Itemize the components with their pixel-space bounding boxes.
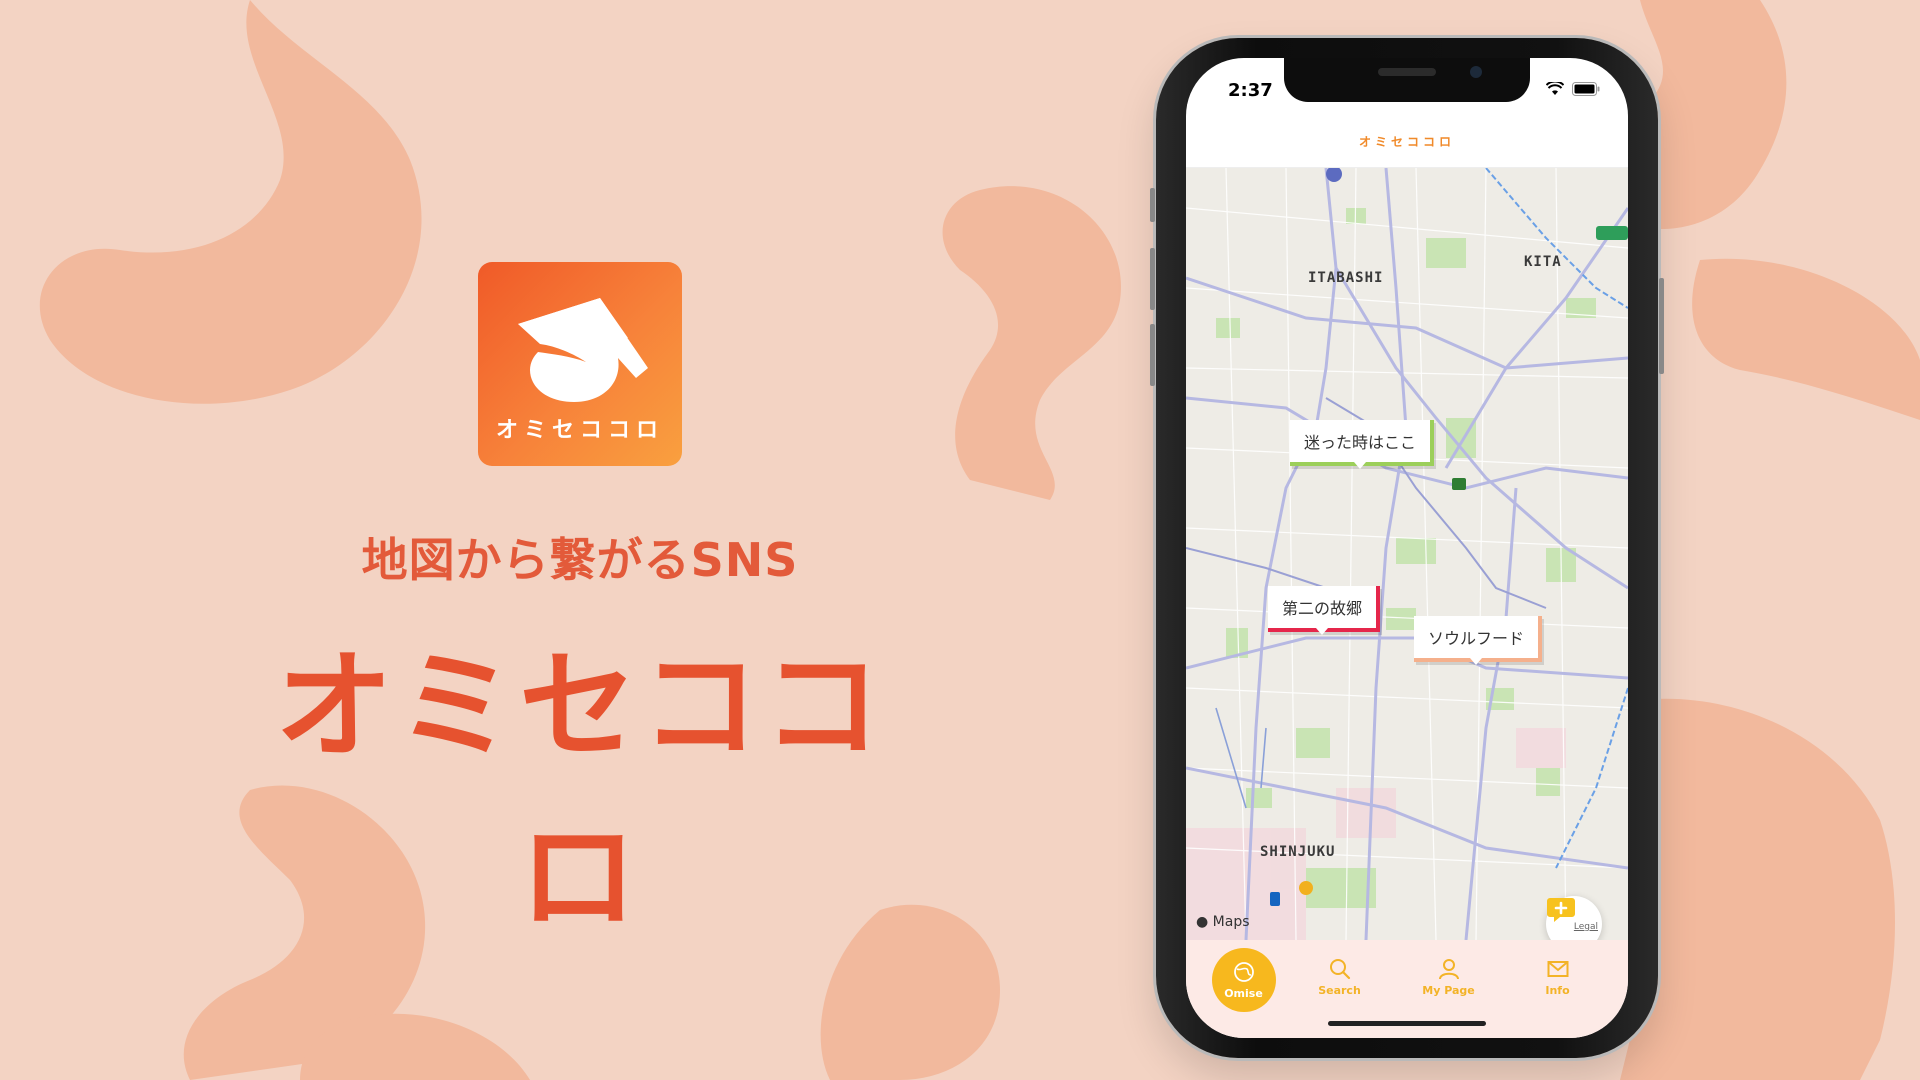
battery-icon	[1572, 82, 1600, 96]
app-icon-text: オミセココロ	[495, 418, 664, 443]
tagline: 地図から繋がるSNS	[361, 533, 799, 587]
map-pin-label: 迷った時はここ	[1304, 433, 1417, 452]
district-label-itabashi: ITABASHI	[1308, 270, 1384, 286]
map-pin-label: 第二の故郷	[1282, 599, 1363, 618]
map-view[interactable]: ITABASHI KITA SHINJUKU 迷った時はここ 第二の故郷 ソウル…	[1186, 168, 1628, 940]
user-icon	[1438, 959, 1459, 980]
map-pin-peach[interactable]: ソウルフード	[1414, 616, 1543, 665]
app-header-title: オミセココロ	[1186, 116, 1628, 168]
status-time: 2:37	[1228, 80, 1273, 101]
status-icons	[1546, 82, 1600, 96]
apple-logo-icon: ●	[1196, 914, 1209, 930]
search-icon	[1329, 959, 1350, 980]
app-icon: オミセココロ	[478, 262, 682, 466]
speaker	[1378, 68, 1436, 76]
tab-info[interactable]: Info	[1513, 948, 1603, 1038]
wifi-icon	[1546, 82, 1564, 95]
home-indicator[interactable]	[1328, 1021, 1486, 1026]
notch	[1284, 58, 1530, 102]
map-pin-green[interactable]: 迷った時はここ	[1290, 420, 1435, 469]
phone-side-button	[1659, 278, 1664, 374]
tab-label: Omise	[1224, 986, 1263, 1000]
tab-label: Search	[1318, 984, 1361, 997]
tab-label: My Page	[1422, 984, 1475, 997]
map-pin-label: ソウルフード	[1428, 629, 1525, 648]
brand-title: オミセココロ	[274, 637, 885, 946]
map-pin-red[interactable]: 第二の故郷	[1268, 586, 1381, 635]
phone-side-button	[1150, 248, 1155, 310]
tab-omise[interactable]: Omise	[1211, 948, 1276, 1012]
phone-screen: 2:37 オミセココロ ITABASHI KITA SHINJUKU 迷った時は…	[1186, 58, 1628, 1038]
district-label-kita: KITA	[1524, 254, 1562, 270]
front-camera	[1470, 66, 1482, 78]
phone-mockup: 2:37 オミセココロ ITABASHI KITA SHINJUKU 迷った時は…	[1150, 38, 1664, 1058]
map-streets	[1186, 168, 1628, 940]
maps-credit: ● Maps	[1196, 914, 1250, 930]
legal-link[interactable]: Legal	[1574, 922, 1598, 932]
phone-side-button	[1150, 188, 1155, 222]
maps-credit-text: Maps	[1212, 914, 1250, 930]
chat-plus-icon	[1547, 898, 1575, 922]
tab-label: Info	[1545, 984, 1570, 997]
district-label-shinjuku: SHINJUKU	[1260, 844, 1336, 860]
mail-icon	[1547, 961, 1568, 977]
phone-side-button	[1150, 324, 1155, 386]
map-globe-icon	[1233, 961, 1254, 982]
